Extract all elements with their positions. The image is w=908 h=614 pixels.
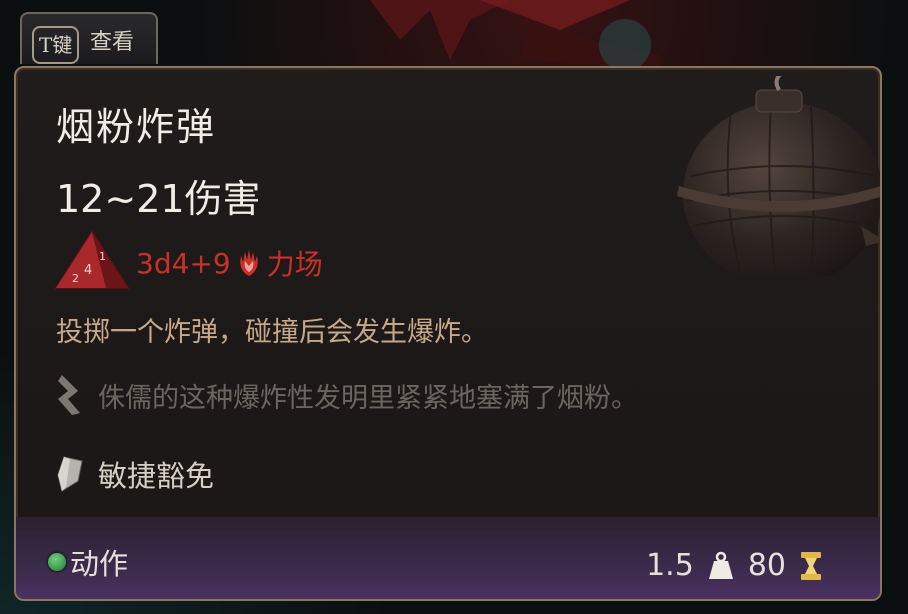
action-cost-row: 动作 <box>48 541 128 583</box>
svg-text:1: 1 <box>99 250 106 263</box>
item-description: 投掷一个炸弹，碰撞后会发生爆炸。 <box>56 317 488 348</box>
flavor-row: 侏儒的这种爆炸性发明里紧紧地塞满了烟粉。 <box>54 373 638 417</box>
item-stats-row: 1.5 80 <box>646 548 836 583</box>
damage-dice-row: 4 1 2 3d4+9 力场 <box>54 228 323 298</box>
dice-formula: 3d4+9 <box>136 246 231 280</box>
inspect-label: 查看 <box>90 30 135 55</box>
force-hand-icon <box>239 250 258 276</box>
action-dot-icon <box>48 553 66 571</box>
svg-text:2: 2 <box>72 272 79 285</box>
flavor-text: 侏儒的这种爆炸性发明里紧紧地塞满了烟粉。 <box>98 382 638 414</box>
item-tooltip: 烟粉炸弹 12~21伤害 4 1 2 3d4+9 力场 投掷一个炸弹，碰撞后会发… <box>14 66 882 601</box>
svg-text:4: 4 <box>84 263 92 278</box>
saving-throw-label: 敏捷豁免 <box>98 459 215 493</box>
shield-icon <box>57 456 83 492</box>
gold-icon <box>801 551 821 580</box>
damage-type: 力场 <box>266 248 323 281</box>
price-value: 80 <box>747 548 786 583</box>
action-type-label: 动作 <box>70 547 129 581</box>
inspect-hint-tab[interactable]: T键 查看 <box>20 12 158 64</box>
weight-icon <box>708 551 733 579</box>
weight-value: 1.5 <box>646 548 694 583</box>
tooltip-footer: 动作 1.5 80 <box>16 517 880 599</box>
damage-range: 12~21伤害 <box>56 177 261 221</box>
keybind-badge: T键 <box>32 26 80 64</box>
bomb-icon <box>677 76 880 276</box>
d4-dice-icon: 4 1 2 <box>54 230 130 289</box>
quill-icon <box>58 375 80 415</box>
saving-throw-row: 敏捷豁免 <box>54 453 214 495</box>
item-name: 烟粉炸弹 <box>56 105 217 149</box>
background-creature <box>370 0 660 70</box>
